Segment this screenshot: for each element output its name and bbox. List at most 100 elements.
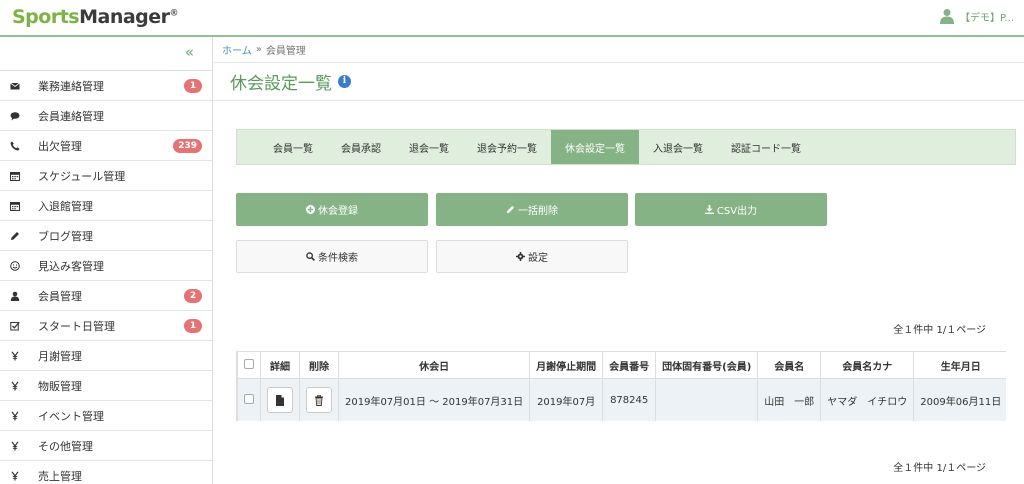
gear-icon [516,252,525,261]
user-icon [0,291,30,301]
yen-icon [0,440,30,451]
file-icon [275,394,285,406]
tab-item[interactable]: 会員承認 [327,130,395,164]
trash-icon [314,394,324,406]
birth-date-cell: 2009年06月11日 [913,378,1006,421]
sidebar-item-label: 会員連絡管理 [38,109,104,123]
sidebar-item-label: スケジュール管理 [38,169,126,183]
sidebar-item[interactable]: 業務連絡管理 1 [0,71,212,101]
suspension-table: 詳細削除休会日月謝停止期間会員番号団体固有番号(会員)会員名会員名カナ生年月日学… [237,351,1006,421]
suspension-table-container[interactable]: 詳細削除休会日月謝停止期間会員番号団体固有番号(会員)会員名会員名カナ生年月日学… [236,351,1006,421]
member-name-cell: 山田 一郎 [757,378,822,421]
sidebar-item[interactable]: 会員連絡管理 [0,101,212,131]
sidebar-collapse-button[interactable]: « [0,37,212,71]
sidebar-item-label: 物販管理 [38,379,82,393]
column-header: 会員名 [757,351,822,379]
notification-badge: 239 [173,139,202,153]
sidebar-item[interactable]: 売上管理 [0,461,212,484]
tab-item[interactable]: 休会設定一覧 [551,130,639,164]
column-header: 月謝停止期間 [529,351,604,379]
tab-item[interactable]: 退会一覧 [395,130,463,164]
sidebar-item-label: 業務連絡管理 [38,79,104,93]
settings-button[interactable]: 設定 [436,240,628,273]
user-name: 【デモ】P... [959,12,1014,24]
sidebar-item-label: 売上管理 [38,469,82,483]
sidebar-item[interactable]: 会員管理 2 [0,281,212,311]
sidebar-item-label: 出欠管理 [38,139,82,153]
sidebar-item-label: ブログ管理 [38,229,93,243]
member-kana-cell: ヤマダ イチロウ [820,378,915,421]
plus-circle-icon [306,205,315,214]
group-number-cell [655,378,759,421]
notification-badge: 1 [184,319,202,333]
register-suspension-button[interactable]: 休会登録 [236,193,428,226]
sidebar-item-label: スタート日管理 [38,319,115,333]
sidebar-item-label: イベント管理 [38,409,104,423]
app-logo[interactable]: SportsManager® [12,6,179,28]
column-header: 団体固有番号(会員) [655,351,759,379]
csv-export-button[interactable]: CSV出力 [635,193,827,226]
delete-button[interactable] [306,387,332,413]
condition-search-button[interactable]: 条件検索 [236,240,428,273]
breadcrumb: ホーム » 会員管理 [214,37,1024,63]
breadcrumb-separator: » [255,44,262,55]
calendar-icon [0,201,30,211]
table-body: 2019年07月01日 〜 2019年07月31日 2019年07月 878245 山… [237,378,1006,421]
sidebar-item[interactable]: 月謝管理 [0,341,212,371]
pencil-icon [506,205,515,214]
bulk-delete-button[interactable]: 一括削除 [436,193,628,226]
column-header: 詳細 [260,351,300,379]
row-checkbox[interactable] [244,393,254,404]
tab-item[interactable]: 認証コード一覧 [717,130,815,164]
info-icon[interactable]: i [338,75,351,88]
sidebar-item[interactable]: スケジュール管理 [0,161,212,191]
column-header: 休会日 [337,351,531,379]
calendar-icon [0,171,30,181]
comment-icon [0,111,30,121]
tab-item[interactable]: 退会予約一覧 [463,130,551,164]
tab-bar: 会員一覧 会員承認 退会一覧 退会予約一覧 休会設定一覧 入退会一覧 認証コード一覧 [236,129,1016,165]
notification-badge: 1 [184,79,202,93]
table-row: 2019年07月01日 〜 2019年07月31日 2019年07月 878245 山… [237,378,1006,421]
fee-stop-cell: 2019年07月 [529,378,604,421]
column-header: 削除 [299,351,339,379]
sidebar-item[interactable]: イベント管理 [0,401,212,431]
row-select-cell [237,378,261,421]
sidebar-item-label: 入退館管理 [38,199,93,213]
pagination-summary-bottom: 全１件中 1/１ページ [893,463,986,474]
select-all-header [237,351,261,379]
delete-cell [299,378,339,421]
column-header: 生年月日 [913,351,1006,379]
sidebar-item-label: 会員管理 [38,289,82,303]
sidebar-item[interactable]: 物販管理 [0,371,212,401]
collapse-icon: « [184,43,194,61]
main-content: ホーム » 会員管理 休会設定一覧 i 会員一覧 会員承認 退会一覧 退会予約一覧 休会… [214,37,1024,484]
sidebar-item-label: 月謝管理 [38,349,82,363]
member-number-cell: 878245 [602,378,657,421]
select-all-checkbox[interactable] [244,358,254,369]
sidebar-item[interactable]: 見込み客管理 [0,251,212,281]
sidebar-item[interactable]: 出欠管理 239 [0,131,212,161]
detail-cell [260,378,300,421]
sidebar: « 業務連絡管理 1 会員連絡管理 出欠管理 239 スケジュール管理 入退館管理ブログ管理… [0,37,213,484]
column-header: 会員番号 [602,351,657,379]
checkbox-icon [0,321,30,331]
sidebar-item-label: その他管理 [38,439,93,453]
column-header: 会員名カナ [820,351,915,379]
user-menu[interactable]: 【デモ】P... [939,8,1014,24]
envelope-icon [0,81,30,91]
sidebar-item-label: 見込み客管理 [38,259,104,273]
sidebar-item[interactable]: 入退館管理 [0,191,212,221]
sidebar-item[interactable]: その他管理 [0,431,212,461]
user-icon [939,9,954,24]
notification-badge: 2 [184,289,202,303]
search-icon [306,252,315,261]
pencil-icon [0,231,30,241]
sidebar-item[interactable]: スタート日管理 1 [0,311,212,341]
detail-button[interactable] [267,387,293,413]
download-icon [704,205,714,214]
sidebar-item[interactable]: ブログ管理 [0,221,212,251]
tab-item[interactable]: 入退会一覧 [639,130,717,164]
tab-item[interactable]: 会員一覧 [259,130,327,164]
breadcrumb-home-link[interactable]: ホーム [222,42,252,57]
